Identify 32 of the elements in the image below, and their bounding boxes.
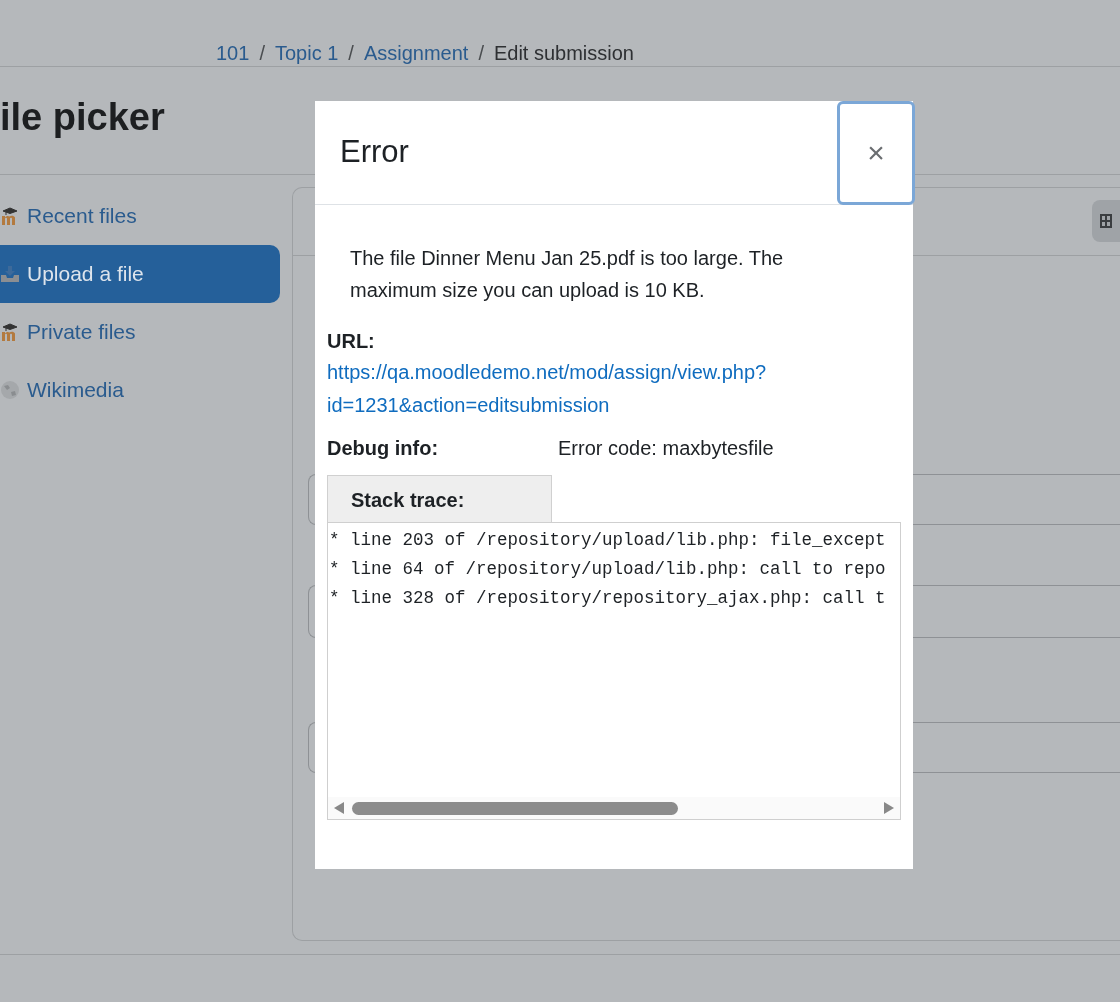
moodle-icon — [0, 323, 20, 341]
scroll-right-icon[interactable] — [884, 802, 894, 814]
page-heading: ile picker — [0, 95, 165, 140]
breadcrumb-link[interactable]: 101 — [216, 40, 250, 66]
breadcrumb-current: Edit submission — [493, 41, 634, 66]
url-label: URL: — [327, 329, 375, 354]
debug-value: Error code: maxbytesfile — [558, 436, 774, 461]
dialog-title: Error — [340, 133, 409, 172]
repository-item[interactable]: Upload a file — [0, 245, 280, 303]
repository-item[interactable]: Private files — [0, 303, 280, 361]
scroll-left-icon[interactable] — [334, 802, 344, 814]
breadcrumb-link[interactable]: Assignment — [363, 40, 469, 66]
close-button[interactable]: × — [837, 100, 915, 205]
stack-trace-line: * line 64 of /repository/upload/lib.php: call to repo — [329, 558, 887, 581]
breadcrumb-link[interactable]: Topic 1 — [274, 40, 339, 66]
url-link[interactable]: https://qa.moodledemo.net/mod/assign/view.php?id=1231&action=editsubmission — [327, 356, 797, 422]
repository-item[interactable]: Recent files — [0, 187, 280, 245]
view-toggle-button[interactable] — [1092, 200, 1120, 242]
breadcrumb-separator: / — [259, 41, 265, 66]
stack-trace-line: * line 328 of /repository/repository_ajax.php: call t — [329, 587, 887, 610]
moodle-icon — [0, 207, 20, 225]
error-message: The file Dinner Menu Jan 25.pdf is too large. The maximum size you can upload is 10 KB. — [349, 246, 785, 303]
repository-item[interactable]: Wikimedia — [0, 361, 280, 419]
horizontal-scrollbar[interactable] — [328, 797, 900, 819]
grid-icon — [1100, 214, 1112, 228]
globe-icon — [0, 380, 20, 400]
scrollbar-thumb[interactable] — [352, 801, 678, 815]
debug-label: Debug info: — [327, 436, 440, 461]
stack-trace-line: * line 203 of /repository/upload/lib.php: file_except — [329, 529, 887, 552]
upload-tray-icon — [0, 265, 20, 283]
breadcrumb-separator: / — [348, 41, 354, 66]
breadcrumb-separator: / — [478, 41, 484, 66]
